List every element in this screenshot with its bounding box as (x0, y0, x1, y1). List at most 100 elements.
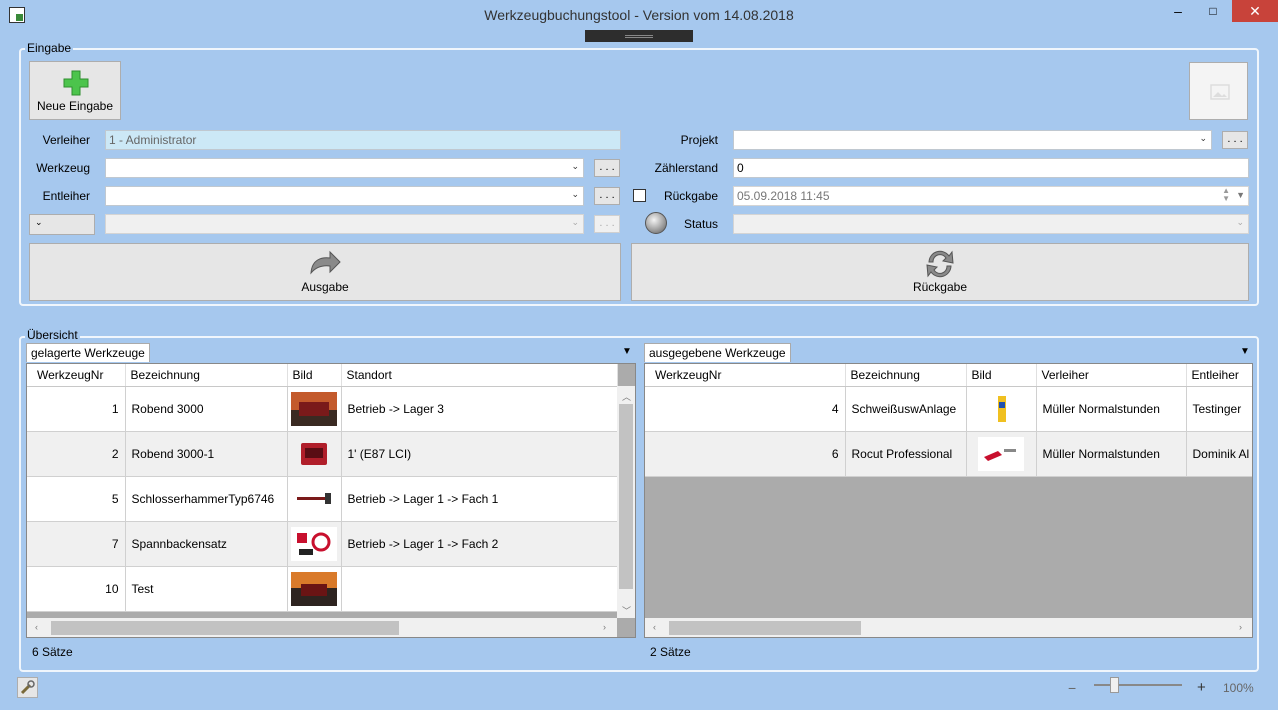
projekt-select[interactable]: ⌄ (733, 130, 1212, 150)
cell-verleiher: Müller Normalstunden (1036, 386, 1187, 432)
zoom-out-button[interactable]: − (1068, 680, 1076, 696)
cell-standort: Betrieb -> Lager 1 -> Fach 2 (341, 521, 618, 567)
cell-bezeichnung: Spannbackensatz (125, 521, 288, 567)
uebersicht-group-label: Übersicht (25, 328, 80, 342)
window-title: Werkzeugbuchungstool - Version vom 14.08… (484, 7, 794, 23)
status-select[interactable]: ⌄ (733, 214, 1249, 234)
scroll-right-icon[interactable]: › (1239, 622, 1242, 632)
table-row[interactable]: 7 Spannbackensatz Betrieb -> Lager 1 -> … (27, 521, 618, 567)
zaehlerstand-field[interactable]: 0 (733, 158, 1249, 178)
zaehlerstand-label: Zählerstand (654, 161, 718, 175)
table-row[interactable]: 10 Test (27, 566, 618, 612)
zoom-slider-thumb[interactable] (1110, 677, 1119, 693)
cell-werkzeugnr: 7 (27, 521, 126, 567)
gelagerte-grid: WerkzeugNr Bezeichnung Bild Standort 1 R… (26, 363, 636, 638)
scrollbar-thumb[interactable] (669, 621, 861, 635)
ausgabe-button[interactable]: Ausgabe (29, 243, 621, 301)
tab-gelagerte-werkzeuge[interactable]: gelagerte Werkzeuge (26, 343, 150, 362)
column-header[interactable]: Entleiher (1186, 364, 1252, 387)
werkzeug-select[interactable]: ⌄ (105, 158, 584, 178)
panel-menu-icon[interactable]: ▼ (1240, 346, 1250, 357)
rueckgabe-datetime[interactable]: 05.09.2018 11:45 ▲ ▼ ▼ (733, 186, 1249, 206)
spin-up-down-icon[interactable]: ▲ ▼ (1222, 187, 1230, 203)
cell-entleiher: Dominik Al (1186, 431, 1252, 477)
horizontal-scrollbar[interactable]: ‹ › (27, 618, 617, 637)
record-count: 6 Sätze (32, 645, 73, 659)
column-header[interactable]: WerkzeugNr (645, 364, 846, 387)
cell-bezeichnung: Rocut Professional (845, 431, 967, 477)
zoom-slider-track[interactable] (1094, 684, 1182, 686)
cell-standort: 1' (E87 LCI) (341, 431, 618, 477)
column-header[interactable]: Bezeichnung (125, 364, 288, 387)
column-header[interactable]: Standort (341, 364, 618, 387)
scrollbar-thumb[interactable] (51, 621, 399, 635)
maximize-button[interactable]: □ (1200, 0, 1226, 22)
eingabe-group-label: Eingabe (25, 41, 74, 55)
ausgegebene-grid: WerkzeugNr Bezeichnung Bild Verleiher En… (644, 363, 1253, 638)
horizontal-scrollbar[interactable]: ‹ › (645, 618, 1252, 637)
cell-standort: Betrieb -> Lager 1 -> Fach 1 (341, 476, 618, 522)
tool-image-thumbnail (291, 571, 337, 606)
ausgabe-label: Ausgabe (301, 280, 349, 294)
chevron-down-icon: ⌄ (571, 189, 579, 199)
image-placeholder[interactable] (1189, 62, 1248, 120)
cell-bezeichnung: SchlosserhammerTyp6746 (125, 476, 288, 522)
calendar-dropdown-icon[interactable]: ▼ (1236, 190, 1245, 200)
scroll-down-icon[interactable]: ﹀ (622, 604, 631, 617)
vertical-scrollbar[interactable]: ︿ ﹀ (617, 386, 635, 618)
tool-image-thumbnail (978, 391, 1024, 426)
gelagerte-table: WerkzeugNr Bezeichnung Bild Standort 1 R… (27, 364, 618, 612)
table-row[interactable]: 2 Robend 3000-1 1' (E87 LCI) (27, 431, 618, 477)
close-button[interactable]: ✕ (1232, 0, 1278, 22)
table-row[interactable]: 5 SchlosserhammerTyp6746 Betrieb -> Lage… (27, 476, 618, 522)
chevron-down-icon: ⌄ (35, 217, 43, 227)
title-bar: Werkzeugbuchungstool - Version vom 14.08… (0, 0, 1278, 30)
cell-werkzeugnr: 6 (645, 431, 846, 477)
chevron-down-icon: ⌄ (571, 217, 579, 227)
splitter-handle[interactable] (585, 30, 693, 42)
panel-menu-icon[interactable]: ▼ (622, 346, 632, 357)
minimize-button[interactable]: – (1165, 0, 1191, 22)
column-header[interactable]: Bild (966, 364, 1037, 387)
projekt-label: Projekt (680, 133, 718, 147)
werkzeug-browse-button[interactable]: . . . (594, 159, 620, 177)
settings-tools-button[interactable] (17, 677, 38, 698)
rueckgabe-checkbox[interactable] (633, 189, 646, 202)
column-header[interactable]: Bild (287, 364, 342, 387)
extra-select[interactable]: ⌄ (105, 214, 584, 234)
scrollbar-thumb[interactable] (619, 404, 633, 589)
rueckgabe-button[interactable]: Rückgabe (631, 243, 1249, 301)
column-header[interactable]: WerkzeugNr (27, 364, 126, 387)
table-row[interactable]: 4 SchweißuswAnlage Müller Normalstunden … (645, 386, 1252, 432)
verleiher-field[interactable]: 1 - Administrator (105, 130, 621, 150)
column-header[interactable]: Bezeichnung (845, 364, 967, 387)
verleiher-label: Verleiher (42, 133, 90, 147)
werkzeug-label: Werkzeug (36, 161, 90, 175)
status-label: Status (683, 217, 718, 231)
scroll-right-icon[interactable]: › (603, 622, 606, 632)
column-header[interactable]: Verleiher (1036, 364, 1187, 387)
tab-ausgegebene-werkzeuge[interactable]: ausgegebene Werkzeuge (644, 343, 791, 362)
projekt-browse-button[interactable]: . . . (1222, 131, 1248, 149)
cell-werkzeugnr: 5 (27, 476, 126, 522)
zoom-in-button[interactable]: + (1197, 679, 1206, 696)
scroll-left-icon[interactable]: ‹ (653, 622, 656, 632)
table-row[interactable]: 6 Rocut Professional Müller Normalstunde… (645, 431, 1252, 477)
table-header-row: WerkzeugNr Bezeichnung Bild Verleiher En… (645, 364, 1252, 387)
scroll-left-icon[interactable]: ‹ (35, 622, 38, 632)
cell-standort (341, 566, 618, 612)
new-entry-label: Neue Eingabe (36, 99, 114, 113)
cell-werkzeugnr: 4 (645, 386, 846, 432)
extra-browse-button[interactable]: . . . (594, 215, 620, 233)
entleiher-browse-button[interactable]: . . . (594, 187, 620, 205)
tool-image-thumbnail (978, 436, 1024, 471)
small-dropdown-button[interactable]: ⌄ (29, 214, 95, 235)
rueckgabe-button-label: Rückgabe (912, 280, 968, 294)
image-icon (1210, 84, 1230, 100)
table-row[interactable]: 1 Robend 3000 Betrieb -> Lager 3 (27, 386, 618, 432)
new-entry-button[interactable]: Neue Eingabe (29, 61, 121, 120)
entleiher-select[interactable]: ⌄ (105, 186, 584, 206)
tool-image-thumbnail (291, 391, 337, 426)
chevron-down-icon: ⌄ (1236, 217, 1244, 227)
scroll-up-icon[interactable]: ︿ (622, 390, 631, 403)
